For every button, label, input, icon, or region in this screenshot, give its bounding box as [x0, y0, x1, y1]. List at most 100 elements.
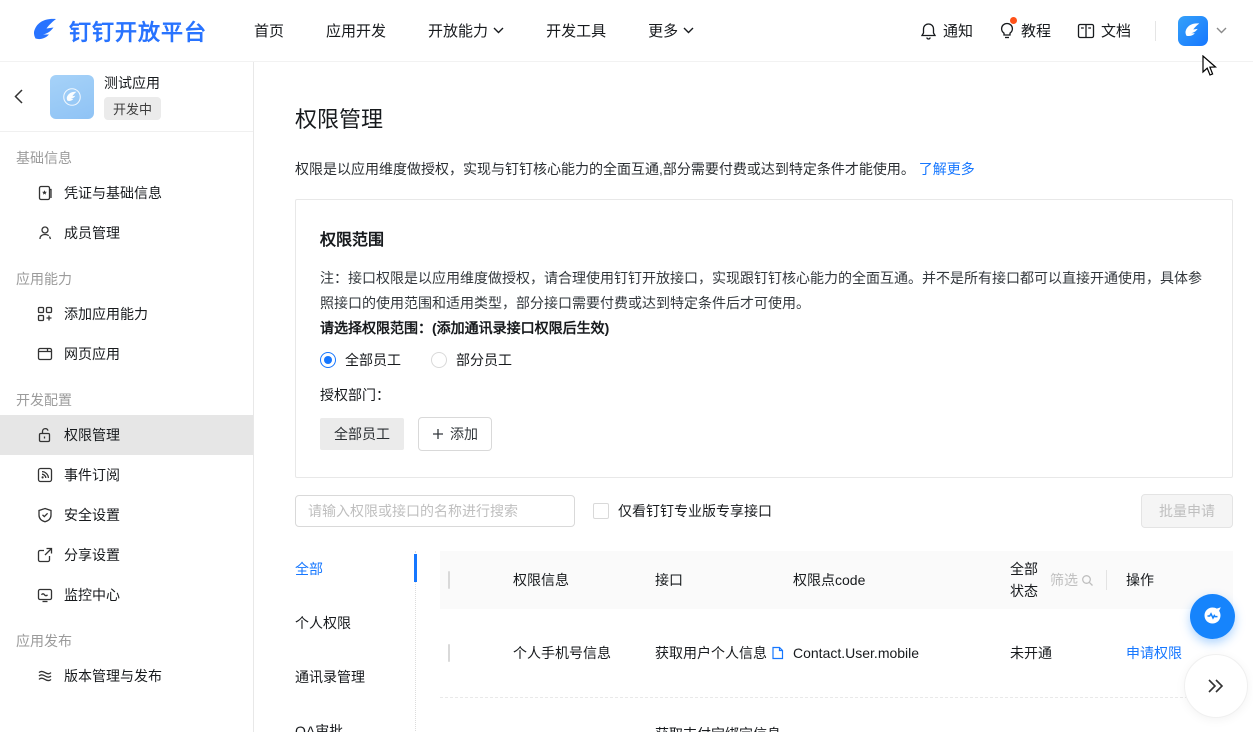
cell-permission-info: 个人手机号信息: [513, 643, 655, 663]
sidebar-item-label: 事件订阅: [64, 465, 120, 485]
collapse-panel-button[interactable]: [1184, 654, 1248, 718]
monitor-wave-icon: [37, 587, 53, 603]
bell-icon: [920, 22, 937, 40]
apply-permission-link[interactable]: 申请权限: [1126, 645, 1182, 661]
add-dept-button[interactable]: 添加: [418, 417, 492, 451]
tutorial-button[interactable]: 教程: [999, 20, 1051, 41]
sidebar-item-label: 权限管理: [64, 425, 120, 445]
sidebar-item-label: 安全设置: [64, 505, 120, 525]
browser-window-icon: [37, 346, 53, 362]
shield-check-icon: [37, 507, 53, 523]
active-tab-indicator: [414, 554, 417, 582]
header-api: 接口: [655, 570, 793, 590]
sidebar-item-share-settings[interactable]: 分享设置: [0, 535, 253, 575]
sidebar-item-event-subscription[interactable]: 事件订阅: [0, 455, 253, 495]
filter-control[interactable]: 筛选: [1050, 570, 1094, 590]
customer-service-fab[interactable]: [1190, 594, 1235, 639]
chevron-down-icon: [1216, 27, 1227, 34]
nav-item-dev-tools[interactable]: 开发工具: [546, 20, 606, 41]
sidebar-item-web-app[interactable]: 网页应用: [0, 334, 253, 374]
share-icon: [37, 547, 53, 563]
learn-more-link[interactable]: 了解更多: [919, 161, 975, 177]
sidebar-item-members[interactable]: 成员管理: [0, 213, 253, 253]
dept-tag-all-employees: 全部员工: [320, 418, 404, 450]
authorized-dept-label: 授权部门：: [320, 385, 1208, 405]
docs-button[interactable]: 文档: [1077, 20, 1131, 41]
double-chevron-right-icon: [1207, 678, 1225, 694]
sidebar-item-monitor-center[interactable]: 监控中心: [0, 575, 253, 615]
service-wing-icon: [1199, 603, 1226, 630]
person-icon: [37, 225, 53, 241]
user-avatar[interactable]: [1178, 16, 1208, 46]
nav-item-more[interactable]: 更多: [648, 20, 694, 41]
header-permission-info: 权限信息: [513, 570, 655, 590]
sidebar-item-label: 分享设置: [64, 545, 120, 565]
row-checkbox[interactable]: [448, 644, 450, 662]
dingtalk-wing-icon: [60, 85, 84, 109]
divider: [1106, 570, 1107, 590]
sidebar-item-permissions[interactable]: 权限管理: [0, 415, 253, 455]
notifications-button[interactable]: 通知: [920, 20, 973, 41]
sidebar-item-add-capability[interactable]: 添加应用能力: [0, 294, 253, 334]
table-row: 个人支付宝绑定信息 获取支付宝绑定信息 Contact.User.alipayA…: [440, 697, 1233, 732]
sidebar-item-security[interactable]: 安全设置: [0, 495, 253, 535]
page-description: 权限是以应用维度做授权，实现与钉钉核心能力的全面互通,部分需要付费或达到特定条件…: [295, 159, 1233, 179]
header-action: 操作: [1126, 570, 1233, 590]
section-basic-info: 基础信息: [0, 132, 253, 173]
grid-plus-icon: [37, 306, 53, 322]
cell-code: Contact.User.mobile: [793, 645, 1010, 661]
search-input[interactable]: [295, 495, 575, 527]
scope-note: 注：接口权限是以应用维度做授权，请合理使用钉钉开放接口，实现跟钉钉核心能力的全面…: [320, 266, 1208, 316]
nav-item-app-dev[interactable]: 应用开发: [326, 20, 386, 41]
header-status-filter[interactable]: 全部状态: [1010, 558, 1042, 602]
plus-icon: [432, 428, 444, 440]
permission-table: 权限信息 接口 权限点code 全部状态 筛选 操作 个: [440, 551, 1233, 732]
book-icon: [1077, 23, 1095, 39]
sidebar: 测试应用 开发中 基础信息 凭证与基础信息 成员管理 应用能力 添加应用能力: [0, 62, 254, 732]
top-navbar: 钉钉开放平台 首页 应用开发 开放能力 开发工具 更多 通知 教程 文档: [0, 0, 1253, 62]
chevron-left-icon: [14, 89, 23, 104]
pro-only-label: 仅看钉钉专业版专享接口: [618, 501, 772, 521]
scope-select-label: 请选择权限范围：(添加通讯录接口权限后生效): [320, 316, 1208, 341]
divider: [1155, 21, 1156, 41]
table-toolbar: 仅看钉钉专业版专享接口 批量申请: [295, 494, 1233, 528]
batch-apply-button[interactable]: 批量申请: [1141, 494, 1233, 528]
sidebar-item-credentials[interactable]: 凭证与基础信息: [0, 173, 253, 213]
notification-dot: [1010, 17, 1017, 24]
back-button[interactable]: [14, 89, 32, 104]
dingtalk-wing-icon: [1183, 21, 1203, 41]
tab-personal[interactable]: 个人权限: [295, 611, 415, 665]
brand-logo[interactable]: 钉钉开放平台: [30, 15, 207, 47]
sidebar-item-label: 版本管理与发布: [64, 666, 162, 686]
tab-contacts[interactable]: 通讯录管理: [295, 665, 415, 719]
header-code: 权限点code: [793, 570, 1010, 590]
select-all-checkbox[interactable]: [448, 571, 450, 589]
section-dev-config: 开发配置: [0, 374, 253, 415]
section-app-release: 应用发布: [0, 615, 253, 656]
radio-all-employees[interactable]: 全部员工: [320, 350, 401, 370]
account-menu-caret[interactable]: [1216, 27, 1227, 34]
page-title: 权限管理: [295, 102, 1233, 134]
table-header: 权限信息 接口 权限点code 全部状态 筛选 操作: [440, 551, 1233, 609]
chevron-down-icon: [493, 27, 504, 34]
unlock-icon: [37, 427, 53, 443]
nav-item-open-capability[interactable]: 开放能力: [428, 20, 504, 41]
sidebar-item-version-release[interactable]: 版本管理与发布: [0, 656, 253, 696]
sidebar-item-label: 成员管理: [64, 223, 120, 243]
layers-icon: [37, 668, 53, 684]
table-row: 个人手机号信息 获取用户个人信息 Contact.User.mobile 未开通…: [440, 609, 1233, 697]
nav-menu: 首页 应用开发 开放能力 开发工具 更多: [233, 20, 715, 41]
checkbox-icon[interactable]: [593, 503, 609, 519]
radio-partial-employees[interactable]: 部分员工: [431, 350, 512, 370]
app-name: 测试应用: [104, 73, 161, 93]
cell-api: 获取支付宝绑定信息: [655, 726, 781, 732]
nav-item-home[interactable]: 首页: [254, 20, 284, 41]
tab-oa-approval[interactable]: OA审批: [295, 719, 415, 732]
scope-card-title: 权限范围: [320, 226, 1208, 250]
permission-scope-card: 权限范围 注：接口权限是以应用维度做授权，请合理使用钉钉开放接口，实现跟钉钉核心…: [295, 199, 1233, 478]
main-content: 权限管理 权限是以应用维度做授权，实现与钉钉核心能力的全面互通,部分需要付费或达…: [254, 62, 1253, 732]
cell-status: 未开通: [1010, 643, 1126, 663]
document-link-icon[interactable]: [771, 646, 784, 660]
pro-only-checkbox-wrap[interactable]: 仅看钉钉专业版专享接口: [593, 501, 772, 521]
tab-all[interactable]: 全部: [295, 557, 415, 611]
